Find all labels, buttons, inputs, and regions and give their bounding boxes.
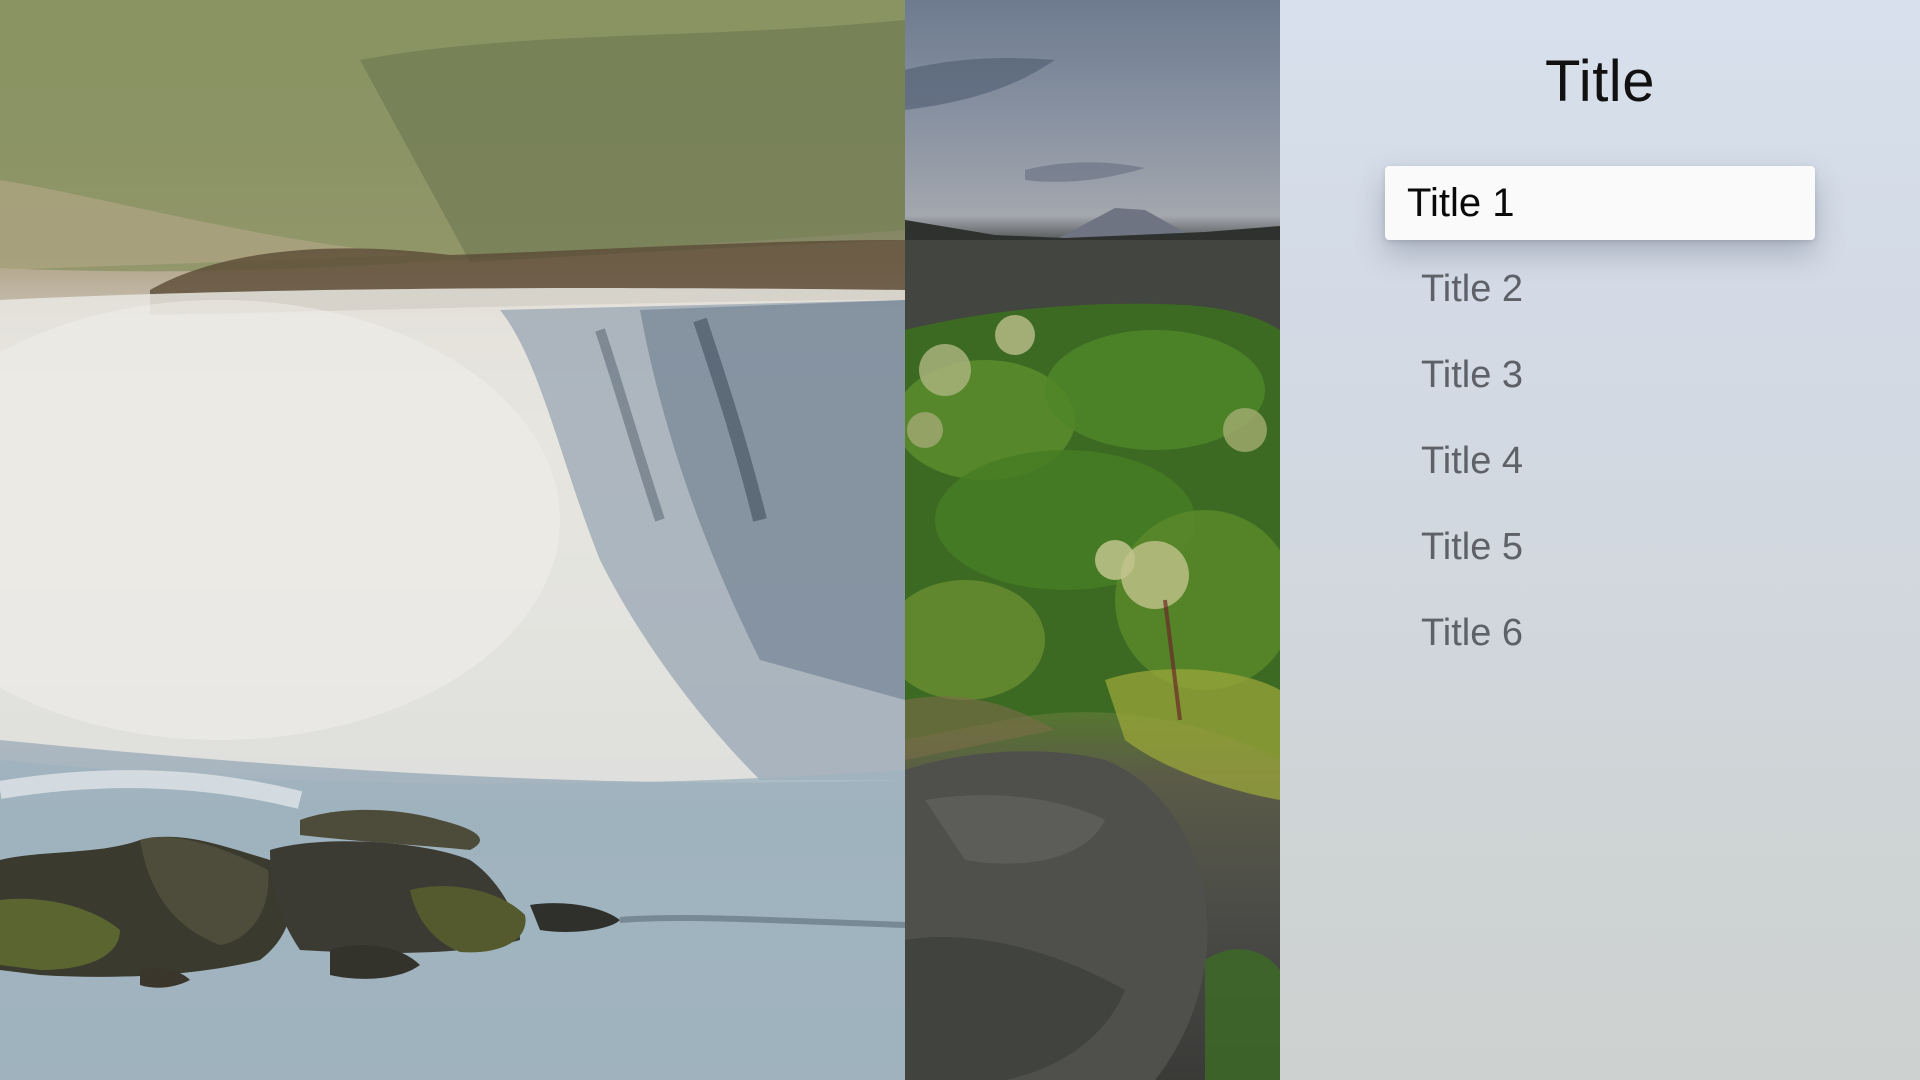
menu-panel: Title Title 1 Title 2 Title 3 Title 4 Ti… (1280, 0, 1920, 1080)
menu-title: Title (1545, 49, 1655, 114)
menu-item-title-3[interactable]: Title 3 (1385, 338, 1815, 412)
waterfall-photo (0, 0, 905, 1080)
menu-item-title-2[interactable]: Title 2 (1385, 252, 1815, 326)
plants-photo (905, 0, 1280, 1080)
menu-list: Title 1 Title 2 Title 3 Title 4 Title 5 … (1385, 166, 1815, 682)
menu-item-title-1[interactable]: Title 1 (1385, 166, 1815, 240)
menu-item-title-5[interactable]: Title 5 (1385, 510, 1815, 584)
menu-item-title-4[interactable]: Title 4 (1385, 424, 1815, 498)
menu-item-title-6[interactable]: Title 6 (1385, 596, 1815, 670)
